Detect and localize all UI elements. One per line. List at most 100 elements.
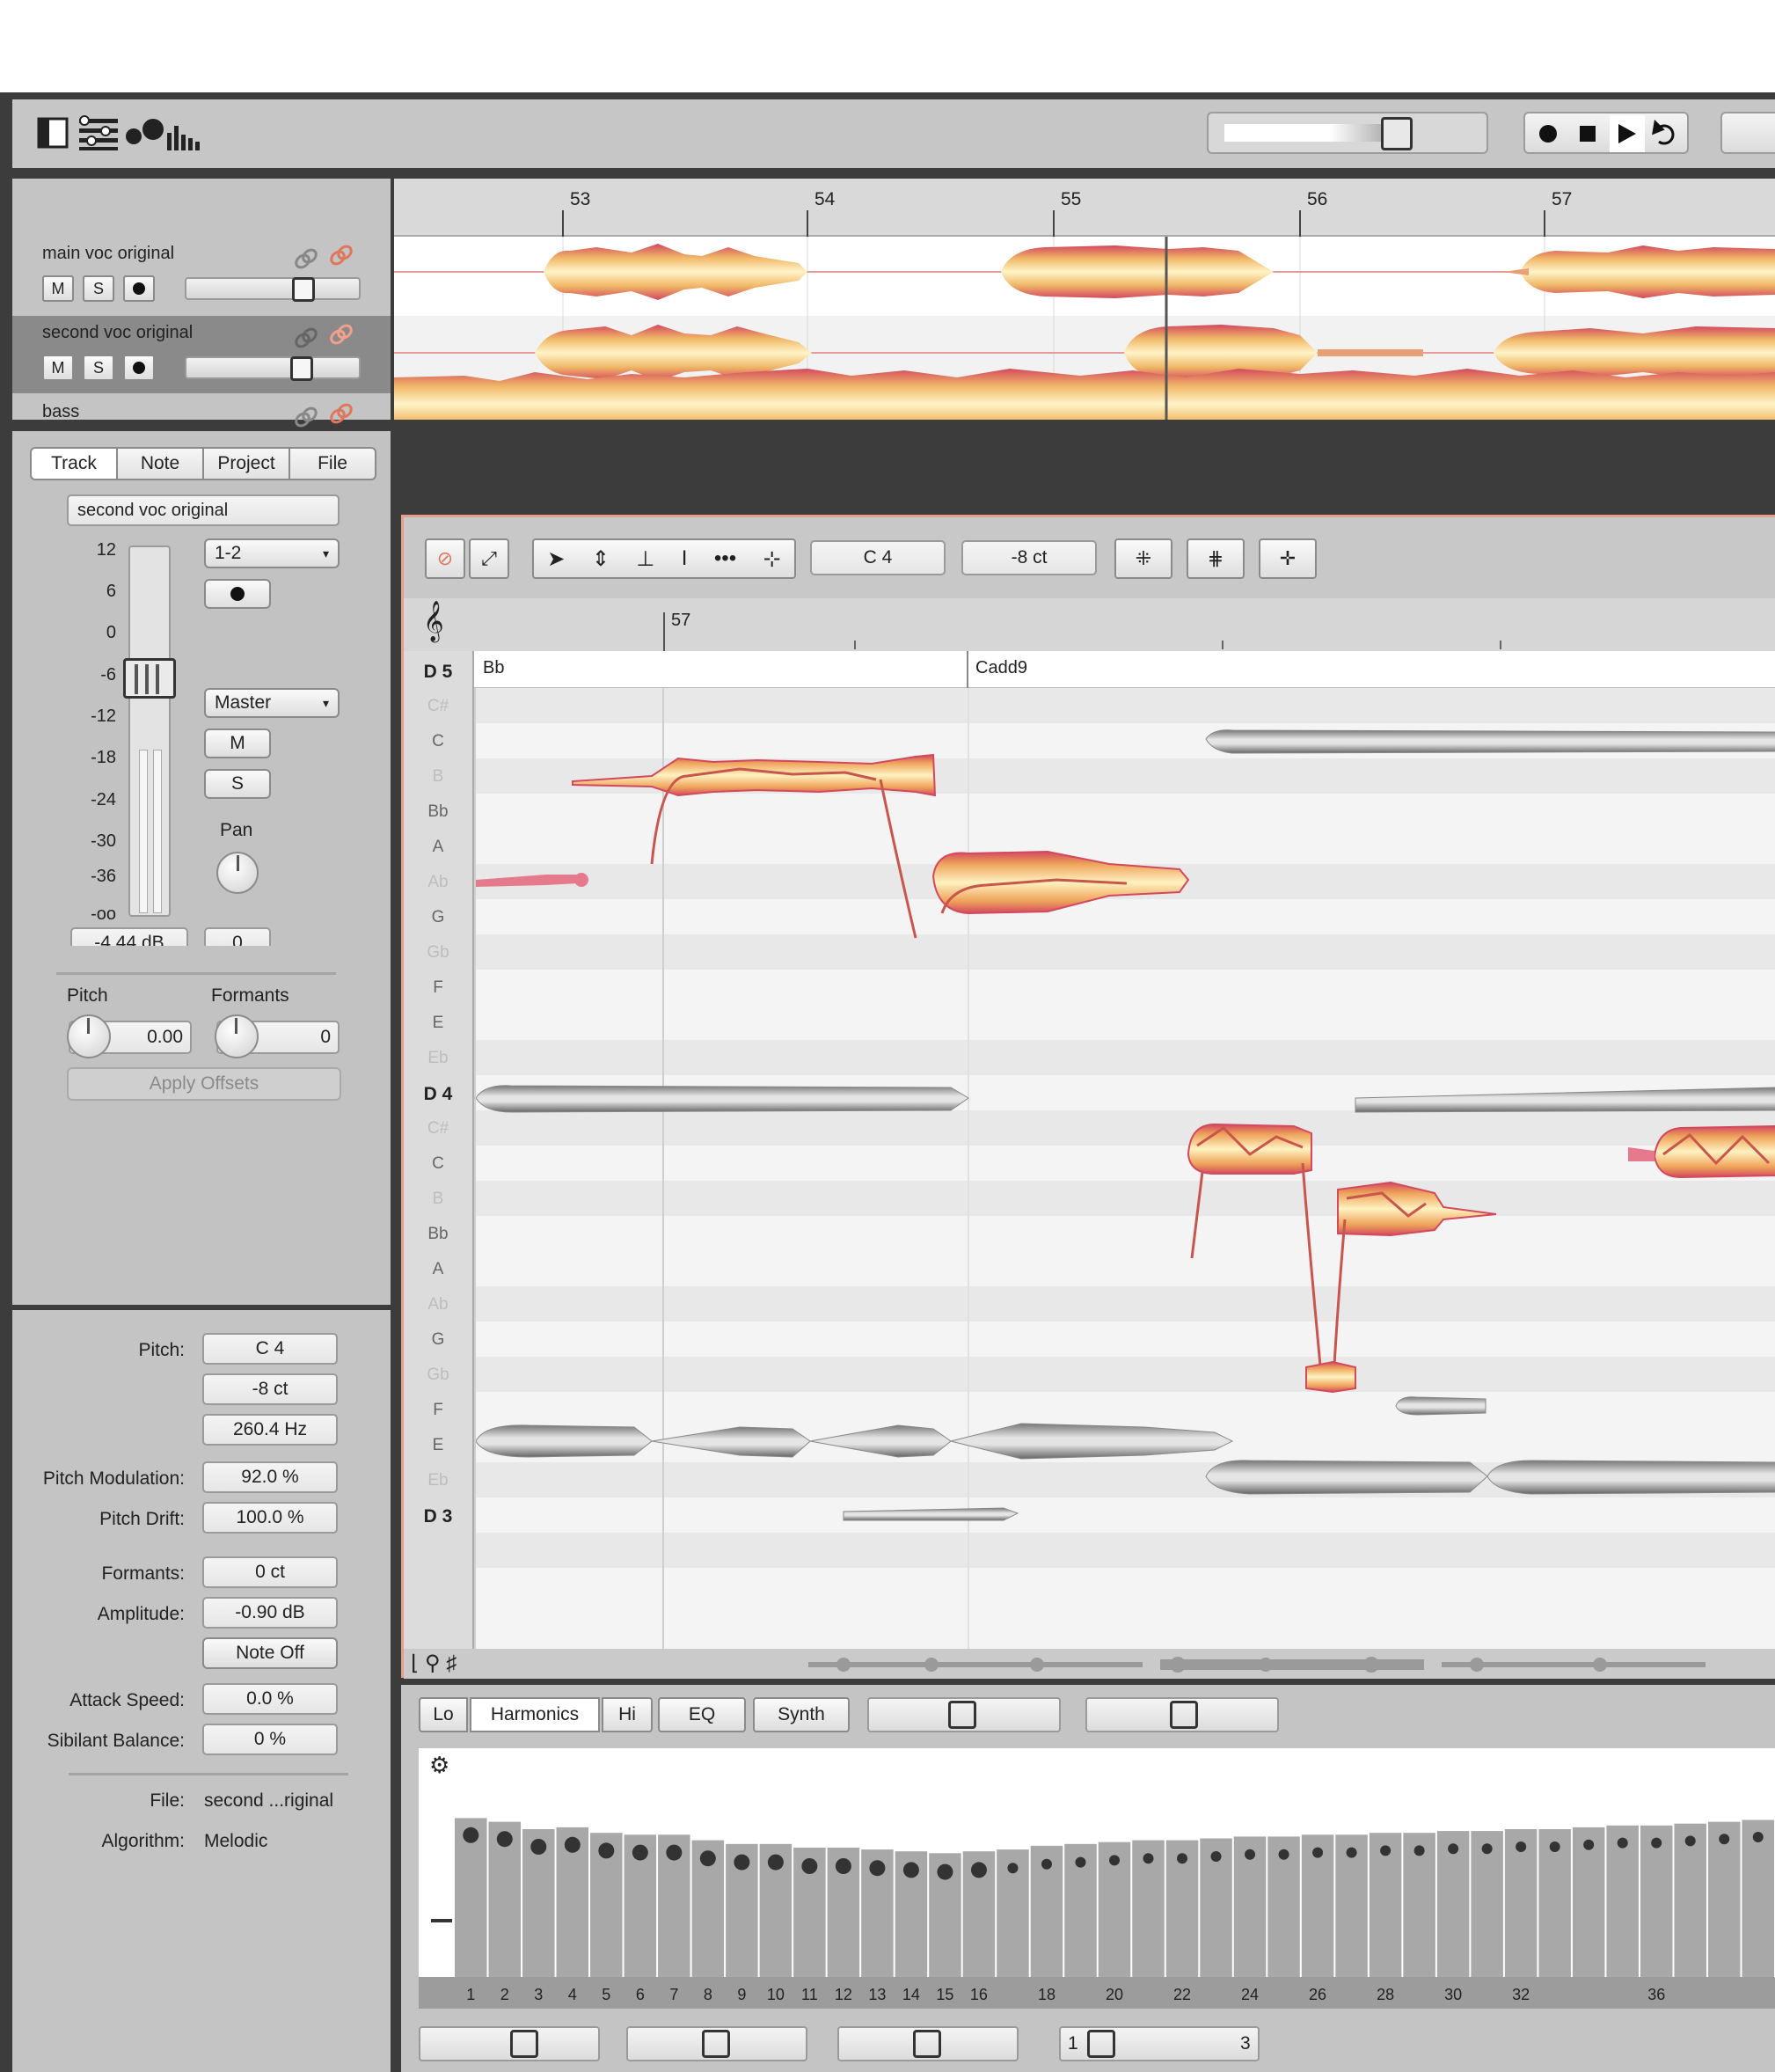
harmonic-point[interactable] (1651, 1837, 1662, 1849)
time-tool-icon[interactable]: I (682, 546, 688, 571)
harmonic-point[interactable] (1278, 1849, 1289, 1860)
harmonic-bar[interactable] (1742, 1819, 1774, 1978)
harmonic-point[interactable] (699, 1850, 716, 1867)
record-enable-button[interactable] (204, 579, 271, 609)
harmonic-point[interactable] (1346, 1847, 1357, 1858)
harmonic-point[interactable] (902, 1862, 919, 1878)
tab-eq[interactable]: EQ (658, 1697, 746, 1732)
record-arm-button[interactable] (123, 355, 155, 381)
harmonic-point[interactable] (564, 1836, 581, 1853)
harmonic-point[interactable] (1448, 1843, 1459, 1855)
harmonic-point[interactable] (1684, 1835, 1696, 1847)
note-formants-field[interactable]: 0 ct (202, 1556, 338, 1588)
solo-button[interactable]: S (83, 275, 114, 302)
track-name[interactable]: main voc original (42, 244, 174, 264)
track-row-1[interactable]: main voc original M S (12, 237, 391, 314)
mute-button[interactable]: M (204, 728, 271, 758)
center-button[interactable]: ✛ (1259, 538, 1317, 579)
tab-note[interactable]: Note (116, 447, 204, 480)
harmonics-bars[interactable]: 1 2 3 4 5 6 7 8 9 10 11 12 13 14 15 16 18 20 22 24 26 28 30 32 3… (419, 1748, 1775, 2009)
tab-lo[interactable]: Lo (419, 1697, 468, 1732)
harmonic-bar[interactable] (1707, 1821, 1741, 1977)
channel-mode-toggle[interactable] (1085, 1697, 1279, 1732)
pitch-offset-knob[interactable] (67, 1014, 111, 1058)
volume-slider[interactable] (185, 356, 361, 381)
pan-knob[interactable] (216, 852, 259, 894)
tab-project[interactable]: Project (202, 447, 290, 480)
link-icon[interactable] (290, 399, 361, 428)
harmonic-bar[interactable] (1674, 1823, 1706, 1977)
quantize-time-button[interactable]: ⋕ (1187, 538, 1245, 579)
editor-pitch-field[interactable]: C 4 (810, 540, 946, 575)
harmonic-point[interactable] (1549, 1841, 1560, 1852)
tab-hi[interactable]: Hi (602, 1697, 653, 1732)
harmonic-point[interactable] (1177, 1853, 1188, 1864)
harmonic-point[interactable] (666, 1844, 683, 1861)
display-mode-toggle[interactable] (867, 1697, 1061, 1732)
timeline-ruler[interactable]: 53 54 55 56 57 (394, 179, 1775, 237)
toolbar-extra-field[interactable] (1720, 112, 1775, 154)
harmonic-point[interactable] (1041, 1858, 1052, 1870)
quantize-pitch-button[interactable]: ⁜ (1114, 538, 1172, 579)
stop-icon[interactable] (1580, 126, 1596, 142)
overview-waveform[interactable] (808, 1654, 1775, 1675)
harmonic-point[interactable] (1617, 1837, 1628, 1849)
harmonic-point[interactable] (1413, 1845, 1425, 1856)
record-icon[interactable] (1539, 125, 1557, 143)
editor-ruler[interactable]: 𝄞 57 (404, 598, 1775, 651)
harmonic-point[interactable] (1143, 1853, 1154, 1864)
harmonic-point[interactable] (632, 1844, 648, 1861)
harmonic-point[interactable] (1719, 1834, 1730, 1845)
harmonic-point[interactable] (1075, 1856, 1086, 1868)
sibilant-balance-field[interactable]: 0 % (202, 1724, 338, 1755)
control-group-1[interactable] (419, 2026, 600, 2061)
chord-cadd9[interactable]: Cadd9 (975, 658, 1027, 678)
apply-offsets-button[interactable]: Apply Offsets (67, 1067, 341, 1101)
view-layout-icons[interactable] (35, 113, 229, 154)
harmonic-point[interactable] (869, 1860, 886, 1877)
harmonic-point[interactable] (1210, 1851, 1222, 1862)
mute-button[interactable]: M (42, 355, 74, 381)
harmonic-point[interactable] (1752, 1832, 1764, 1842)
control-group-3[interactable] (837, 2026, 1019, 2061)
link-icon[interactable] (290, 319, 361, 349)
harmonic-bar[interactable] (1606, 1825, 1639, 1977)
arrangement-view[interactable]: 53 54 55 56 57 (394, 179, 1775, 420)
harmonic-point[interactable] (970, 1862, 987, 1878)
track-name-field[interactable]: second voc original (67, 494, 340, 526)
control-group-4[interactable]: 1 3 (1059, 2026, 1260, 2061)
note-grid[interactable] (476, 688, 1775, 1649)
tab-synth[interactable]: Synth (753, 1697, 850, 1732)
volume-fader-handle[interactable] (123, 658, 176, 699)
tab-track[interactable]: Track (30, 447, 118, 480)
pitch-drift-field[interactable]: 100.0 % (202, 1502, 338, 1534)
harmonic-point[interactable] (1007, 1863, 1019, 1874)
harmonic-point[interactable] (1109, 1855, 1120, 1866)
harmonic-point[interactable] (1516, 1841, 1527, 1852)
track-row-2[interactable]: second voc original M S (12, 316, 391, 393)
pitch-tool-button[interactable]: ⤢ (469, 538, 509, 579)
harmonic-point[interactable] (1312, 1847, 1324, 1858)
track-name[interactable]: second voc original (42, 323, 193, 343)
editor-cents-field[interactable]: -8 ct (961, 540, 1097, 575)
volume-slider[interactable] (185, 277, 361, 302)
record-arm-button[interactable] (123, 275, 155, 302)
note-frequency-field[interactable]: 260.4 Hz (202, 1414, 338, 1446)
harmonic-point[interactable] (734, 1854, 750, 1871)
formants-offset-knob[interactable] (215, 1014, 259, 1058)
harmonic-point[interactable] (801, 1858, 818, 1874)
solo-button[interactable]: S (204, 769, 271, 799)
waveform-main-voc[interactable] (394, 244, 1775, 300)
note-off-button[interactable]: Note Off (202, 1637, 338, 1669)
harmonic-point[interactable] (598, 1842, 615, 1859)
tab-harmonics[interactable]: Harmonics (470, 1697, 600, 1732)
harmonic-point[interactable] (1583, 1839, 1595, 1850)
link-tool-button[interactable]: ⊘ (425, 538, 465, 579)
harmonic-point[interactable] (1481, 1843, 1493, 1855)
cut-tool-icon[interactable]: ⊹ (763, 546, 781, 572)
zoom-slider-handle[interactable] (1381, 117, 1413, 150)
output-select[interactable]: Master ▾ (204, 688, 340, 718)
input-select[interactable]: 1-2 ▾ (204, 538, 340, 568)
chord-bb[interactable]: Bb (483, 658, 504, 678)
pointer-tool-icon[interactable]: ➤ (547, 546, 565, 572)
